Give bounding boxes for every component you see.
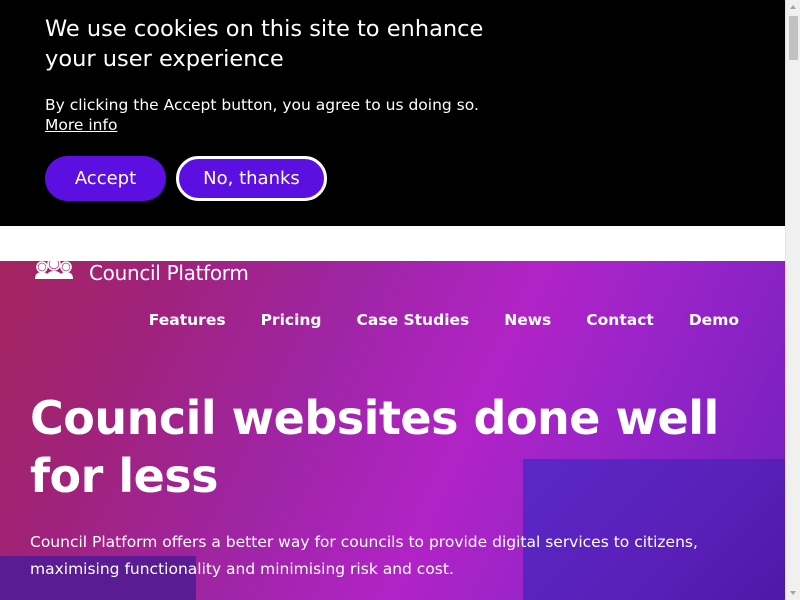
arrow-up-icon	[790, 5, 796, 9]
vertical-scrollbar[interactable]	[785, 0, 800, 600]
cookie-banner: We use cookies on this site to enhance y…	[0, 0, 785, 226]
hero-section: Council Platform Features Pricing Case S…	[0, 261, 785, 600]
people-group-icon	[33, 261, 75, 291]
cookie-banner-description: By clicking the Accept button, you agree…	[45, 95, 479, 135]
scroll-up-button[interactable]	[786, 0, 800, 15]
accept-button[interactable]: Accept	[45, 156, 166, 201]
hero-title: Council websites done well for less	[30, 391, 719, 503]
scroll-down-button[interactable]	[786, 585, 800, 600]
arrow-down-icon	[790, 591, 796, 595]
cookie-banner-title: We use cookies on this site to enhance y…	[45, 16, 484, 72]
nav-item-case-studies[interactable]: Case Studies	[357, 311, 470, 329]
decline-button[interactable]: No, thanks	[176, 156, 327, 201]
more-info-link[interactable]: More info	[45, 116, 117, 134]
nav-item-pricing[interactable]: Pricing	[261, 311, 322, 329]
nav-item-contact[interactable]: Contact	[586, 311, 654, 329]
hero-description: Council Platform offers a better way for…	[30, 533, 698, 578]
site-logo[interactable]: Council Platform	[33, 261, 249, 291]
page-viewport: Council Platform Features Pricing Case S…	[0, 0, 785, 600]
main-nav: Features Pricing Case Studies News Conta…	[114, 311, 739, 329]
scrollbar-thumb[interactable]	[789, 16, 798, 60]
cookie-banner-text: By clicking the Accept button, you agree…	[45, 96, 479, 114]
nav-item-demo[interactable]: Demo	[689, 311, 739, 329]
logo-text: Council Platform	[89, 261, 249, 285]
nav-item-features[interactable]: Features	[149, 311, 226, 329]
nav-item-news[interactable]: News	[504, 311, 551, 329]
